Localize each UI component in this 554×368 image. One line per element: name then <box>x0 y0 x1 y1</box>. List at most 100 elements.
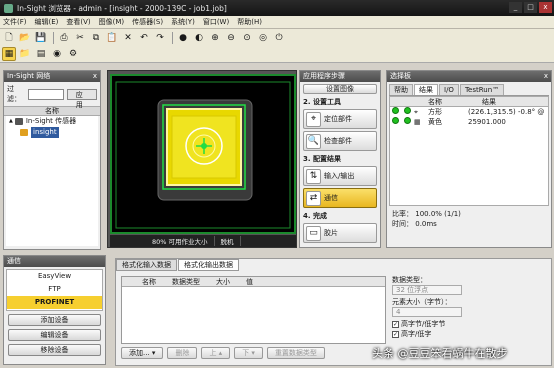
camera-icon[interactable]: ◉ <box>50 47 64 61</box>
open-icon[interactable]: 📂 <box>18 31 32 45</box>
cut-icon[interactable]: ✂ <box>73 31 87 45</box>
column-value[interactable]: 值 <box>246 277 253 286</box>
device-easyview[interactable]: EasyView <box>7 270 102 283</box>
menu-edit[interactable]: 编辑(E) <box>35 17 59 27</box>
edit-device-button[interactable]: 编辑设备 <box>8 329 101 341</box>
undo-icon[interactable]: ↶ <box>137 31 151 45</box>
record-icon[interactable]: ● <box>176 31 190 45</box>
io-icon: ⇅ <box>306 168 321 184</box>
palette-panel-header: 选择板 x <box>387 71 551 82</box>
tab-help[interactable]: 帮助 <box>389 84 413 95</box>
palette-panel: 选择板 x 帮助 结果 I/O TestRun™ 名称 结果 ⌖ 方形 (226… <box>386 70 552 248</box>
camera-image[interactable] <box>110 74 296 234</box>
table-row[interactable]: ⌖ 方形 (226.1,315.5) -0.8° @ <box>390 107 548 117</box>
device-profinet[interactable]: PROFINET <box>7 296 102 309</box>
zoom-fit-icon[interactable]: ⊙ <box>240 31 254 45</box>
move-up-button[interactable]: 上 ▴ <box>201 347 231 359</box>
menu-help[interactable]: 帮助(H) <box>237 17 262 27</box>
tree-item-label: insight <box>31 127 59 138</box>
menu-window[interactable]: 窗口(W) <box>203 17 229 27</box>
live-video-icon[interactable]: ◐ <box>192 31 206 45</box>
online-icon[interactable]: ⏻ <box>272 31 286 45</box>
palette-tabs: 帮助 结果 I/O TestRun™ <box>389 84 549 96</box>
image-panel: 80% 可用作业大小 脱机 <box>107 70 297 248</box>
pass-cell <box>390 117 402 127</box>
toolbar-separator <box>172 32 173 44</box>
menu-view[interactable]: 查看(V) <box>66 17 90 27</box>
tree-item-insight[interactable]: insight <box>6 127 98 138</box>
communication-panel: 通信 EasyView FTP PROFINET 添加设备 编辑设备 移除设备 <box>3 255 106 365</box>
toolbar: 🗋 📂 💾 ⎙ ✂ ⧉ 📋 ✕ ↶ ↷ ● ◐ ⊕ ⊖ ⊙ ◎ ⏻ ▦ 📁 ▤ … <box>0 29 554 63</box>
step-inspect-part[interactable]: 🔍 检查部件 <box>303 131 377 151</box>
format-table-header: 名称 数据类型 大小 值 <box>122 277 385 287</box>
name-column-header[interactable]: 名称 <box>4 106 100 116</box>
zoom-in-icon[interactable]: ⊕ <box>208 31 222 45</box>
close-button[interactable]: x <box>539 2 552 13</box>
tree-item-sensors[interactable]: ▲ In-Sight 传感器 <box>6 116 98 127</box>
zoom-out-icon[interactable]: ⊖ <box>224 31 238 45</box>
pass-indicator-icon <box>404 107 411 114</box>
minimize-button[interactable]: _ <box>509 2 522 13</box>
easybuilder-icon[interactable]: ▦ <box>2 47 16 61</box>
pass-stats: 比率： 100.0% (1/1) 时间： 0.0ms <box>387 206 551 232</box>
step-communication[interactable]: ⇄ 通信 <box>303 188 377 208</box>
delete-icon[interactable]: ✕ <box>121 31 135 45</box>
data-type-select[interactable]: 32 位浮点 <box>392 285 462 295</box>
menu-image[interactable]: 图像(M) <box>99 17 125 27</box>
button-label: 上 <box>209 349 217 357</box>
redo-icon[interactable]: ↷ <box>153 31 167 45</box>
tab-testrun[interactable]: TestRun™ <box>459 84 505 95</box>
reset-data-type-button[interactable]: 重置数据类型 <box>266 347 325 359</box>
step-setup-image[interactable]: 设置图像 <box>303 84 377 94</box>
add-device-button[interactable]: 添加设备 <box>8 314 101 326</box>
format-buttons: 添加... ▾ 删除 上 ▴ 下 ▾ 重置数据类型 <box>121 347 325 359</box>
device-ftp[interactable]: FTP <box>7 283 102 296</box>
inspect-icon: 🔍 <box>306 133 321 149</box>
menu-file[interactable]: 文件(F) <box>3 17 27 27</box>
pass-rate-row: 比率： 100.0% (1/1) <box>392 209 546 219</box>
column-data-type[interactable]: 数据类型 <box>172 277 200 286</box>
move-down-button[interactable]: 下 ▾ <box>234 347 263 359</box>
filter-input[interactable] <box>28 88 64 100</box>
print-icon[interactable]: ⎙ <box>57 31 71 45</box>
close-icon[interactable]: x <box>93 71 97 82</box>
step-label: 输入/输出 <box>324 172 355 180</box>
maximize-button[interactable]: □ <box>524 2 537 13</box>
delete-button[interactable]: 删除 <box>167 347 198 359</box>
new-icon[interactable]: 🗋 <box>2 31 16 45</box>
zoom-fill-icon[interactable]: ◎ <box>256 31 270 45</box>
folder-icon[interactable]: 📁 <box>18 47 32 61</box>
tab-results[interactable]: 结果 <box>414 84 438 95</box>
element-size-input[interactable]: 4 <box>392 307 462 317</box>
add-button[interactable]: 添加... ▾ <box>121 347 164 359</box>
table-row[interactable]: ▦ 黄色 25901.000 <box>390 117 548 127</box>
remove-device-button[interactable]: 移除设备 <box>8 344 101 356</box>
step-input-output[interactable]: ⇅ 输入/输出 <box>303 166 377 186</box>
job-size-status: 80% 可用作业大小 <box>146 236 215 246</box>
expander-icon[interactable]: ▲ <box>9 116 13 127</box>
device-list: EasyView FTP PROFINET <box>6 269 103 311</box>
step-locate-part[interactable]: ⌖ 定位部件 <box>303 109 377 129</box>
close-icon[interactable]: x <box>544 71 548 82</box>
column-size[interactable]: 大小 <box>216 277 230 286</box>
spreadsheet-icon[interactable]: ▤ <box>34 47 48 61</box>
step-filmstrip[interactable]: ▭ 胶片 <box>303 223 377 243</box>
column-name[interactable]: 名称 <box>142 277 156 286</box>
menu-system[interactable]: 系统(Y) <box>171 17 195 27</box>
tab-io[interactable]: I/O <box>439 84 459 95</box>
word-order-checkbox[interactable]: ✓ 高字/低字 <box>392 329 542 339</box>
steps-panel-header: 应用程序步骤 <box>300 71 380 82</box>
menu-sensor[interactable]: 传感器(S) <box>132 17 163 27</box>
sensor-group-icon <box>14 118 23 125</box>
apply-button[interactable]: 应用 <box>66 88 97 109</box>
paste-icon[interactable]: 📋 <box>105 31 119 45</box>
result-column-header[interactable]: 结果 <box>468 97 548 106</box>
tab-format-output[interactable]: 格式化输出数据 <box>178 259 239 271</box>
save-icon[interactable]: 💾 <box>34 31 48 45</box>
settings-icon[interactable]: ⚙ <box>66 47 80 61</box>
name-column-header[interactable]: 名称 <box>428 97 468 106</box>
copy-icon[interactable]: ⧉ <box>89 31 103 45</box>
toolbar-separator <box>53 32 54 44</box>
tab-format-input[interactable]: 格式化输入数据 <box>116 259 177 271</box>
byte-order-checkbox[interactable]: ✓ 高字节/低字节 <box>392 319 542 329</box>
